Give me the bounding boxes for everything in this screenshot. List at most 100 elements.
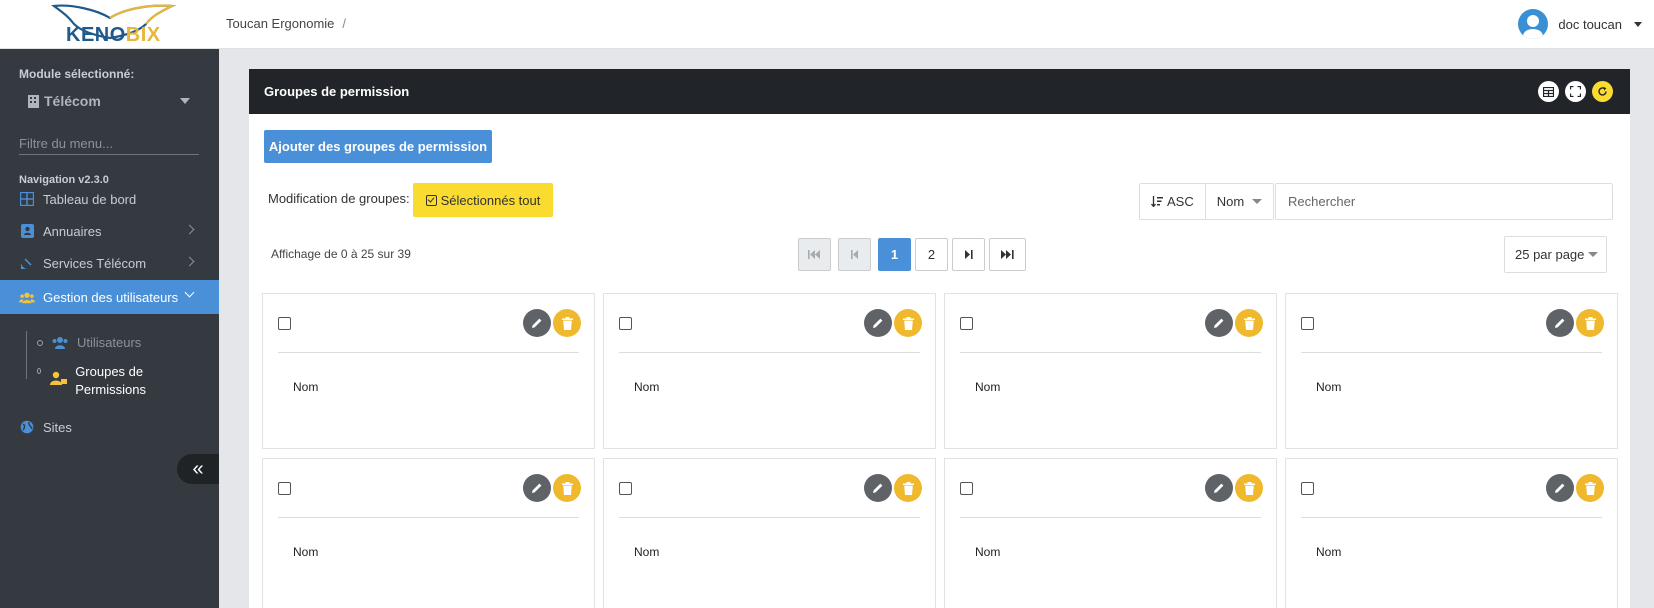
trash-icon xyxy=(1584,316,1596,330)
card-divider xyxy=(278,517,579,518)
sort-field-select[interactable]: Nom xyxy=(1204,184,1274,219)
breadcrumb: Toucan Ergonomie / xyxy=(226,16,346,31)
add-permission-groups-button[interactable]: Ajouter des groupes de permission xyxy=(264,130,492,163)
card-divider xyxy=(278,352,579,353)
page-button[interactable]: 2 xyxy=(915,238,948,271)
delete-button[interactable] xyxy=(1235,474,1263,502)
select-all-button[interactable]: Sélectionnés tout xyxy=(413,183,553,217)
previous-page-button[interactable] xyxy=(838,238,871,271)
delete-button[interactable] xyxy=(1576,309,1604,337)
permission-group-card: Nom xyxy=(603,458,936,608)
sort-order-label: ASC xyxy=(1167,194,1194,209)
user-menu[interactable]: doc toucan xyxy=(1518,9,1642,39)
sidebar: Module sélectionné: Télécom Navigation v… xyxy=(0,49,219,608)
dashboard-icon xyxy=(19,191,35,207)
trash-icon xyxy=(902,481,914,495)
panel-title: Groupes de permission xyxy=(264,84,410,99)
card-checkbox[interactable] xyxy=(1301,482,1314,495)
sidebar-item-label: Gestion des utilisateurs xyxy=(43,289,179,305)
edit-button[interactable] xyxy=(864,474,892,502)
card-checkbox[interactable] xyxy=(278,317,291,330)
module-select[interactable]: Télécom xyxy=(28,89,190,113)
sidebar-item-dashboard[interactable]: Tableau de bord xyxy=(0,183,219,215)
main-panel: Groupes de permission Ajouter des groupe… xyxy=(249,69,1630,608)
delete-button[interactable] xyxy=(894,309,922,337)
card-checkbox[interactable] xyxy=(1301,317,1314,330)
sidebar-item-gestion-utilisateurs[interactable]: Gestion des utilisateurs xyxy=(0,280,219,314)
last-page-button[interactable] xyxy=(989,238,1026,271)
satellite-dish-icon xyxy=(19,255,35,271)
sidebar-subitem-utilisateurs[interactable]: Utilisateurs xyxy=(33,335,141,350)
sidebar-item-label: Services Télécom xyxy=(43,255,147,271)
users-icon xyxy=(51,336,69,350)
chevron-right-icon xyxy=(184,224,195,235)
card-divider xyxy=(960,517,1261,518)
table-view-button[interactable] xyxy=(1538,81,1559,102)
sidebar-item-sites[interactable]: Sites xyxy=(0,411,219,443)
pencil-icon xyxy=(873,483,883,493)
card-field-label: Nom xyxy=(1316,545,1342,559)
pencil-icon xyxy=(1555,483,1565,493)
sort-field-label: Nom xyxy=(1216,194,1245,209)
trash-icon xyxy=(561,316,573,330)
edit-button[interactable] xyxy=(864,309,892,337)
card-checkbox[interactable] xyxy=(278,482,291,495)
globe-icon xyxy=(19,419,35,435)
search-input[interactable] xyxy=(1275,183,1613,220)
card-checkbox[interactable] xyxy=(619,482,632,495)
caret-down-icon xyxy=(1252,199,1263,204)
step-backward-icon xyxy=(850,250,858,259)
card-divider xyxy=(619,517,920,518)
delete-button[interactable] xyxy=(553,309,581,337)
edit-button[interactable] xyxy=(523,309,551,337)
pencil-icon xyxy=(873,318,883,328)
table-icon xyxy=(1543,86,1554,97)
delete-button[interactable] xyxy=(894,474,922,502)
refresh-icon xyxy=(1598,86,1607,96)
breadcrumb-item[interactable]: Toucan Ergonomie xyxy=(226,16,334,31)
sidebar-item-label: Tableau de bord xyxy=(43,191,137,207)
edit-button[interactable] xyxy=(1546,474,1574,502)
sort-amount-icon xyxy=(1151,196,1163,207)
subnav-tree-line xyxy=(26,331,27,379)
next-page-button[interactable] xyxy=(952,238,985,271)
collapse-sidebar-button[interactable]: « xyxy=(177,454,219,484)
sidebar-item-services-telecom[interactable]: Services Télécom xyxy=(0,247,219,279)
card-checkbox[interactable] xyxy=(619,317,632,330)
logo-text: KENOBIX xyxy=(66,24,161,46)
user-name: doc toucan xyxy=(1558,16,1622,32)
menu-filter-input[interactable] xyxy=(19,133,199,155)
address-book-icon xyxy=(19,223,35,239)
pencil-icon xyxy=(1214,483,1224,493)
chevron-down-icon xyxy=(184,287,195,298)
card-checkbox[interactable] xyxy=(960,482,973,495)
avatar xyxy=(1518,9,1549,39)
caret-down-icon xyxy=(180,98,190,104)
building-icon xyxy=(28,94,39,108)
caret-down-icon xyxy=(1588,252,1599,257)
card-divider xyxy=(1301,517,1602,518)
kenobix-logo[interactable]: KENOBIX xyxy=(42,2,177,46)
page-button[interactable]: 1 xyxy=(878,238,911,271)
trash-icon xyxy=(1584,481,1596,495)
edit-button[interactable] xyxy=(1205,309,1233,337)
sidebar-subitem-groupes-permissions[interactable]: Groupes de Permissions xyxy=(33,363,153,399)
edit-button[interactable] xyxy=(1546,309,1574,337)
edit-button[interactable] xyxy=(1205,474,1233,502)
pencil-icon xyxy=(1555,318,1565,328)
sort-order-button[interactable]: ASC xyxy=(1140,184,1205,219)
delete-button[interactable] xyxy=(1576,474,1604,502)
card-field-label: Nom xyxy=(975,380,1001,394)
step-backward-double-icon xyxy=(808,250,820,259)
card-checkbox[interactable] xyxy=(960,317,973,330)
sidebar-subitem-label: Groupes de Permissions xyxy=(75,364,146,397)
tree-node-dot xyxy=(37,368,42,374)
refresh-button[interactable] xyxy=(1592,81,1613,102)
delete-button[interactable] xyxy=(553,474,581,502)
per-page-select[interactable]: 25 par page xyxy=(1504,236,1607,273)
first-page-button[interactable] xyxy=(798,238,831,271)
delete-button[interactable] xyxy=(1235,309,1263,337)
fullscreen-button[interactable] xyxy=(1565,81,1586,102)
sidebar-item-annuaires[interactable]: Annuaires xyxy=(0,215,219,247)
edit-button[interactable] xyxy=(523,474,551,502)
